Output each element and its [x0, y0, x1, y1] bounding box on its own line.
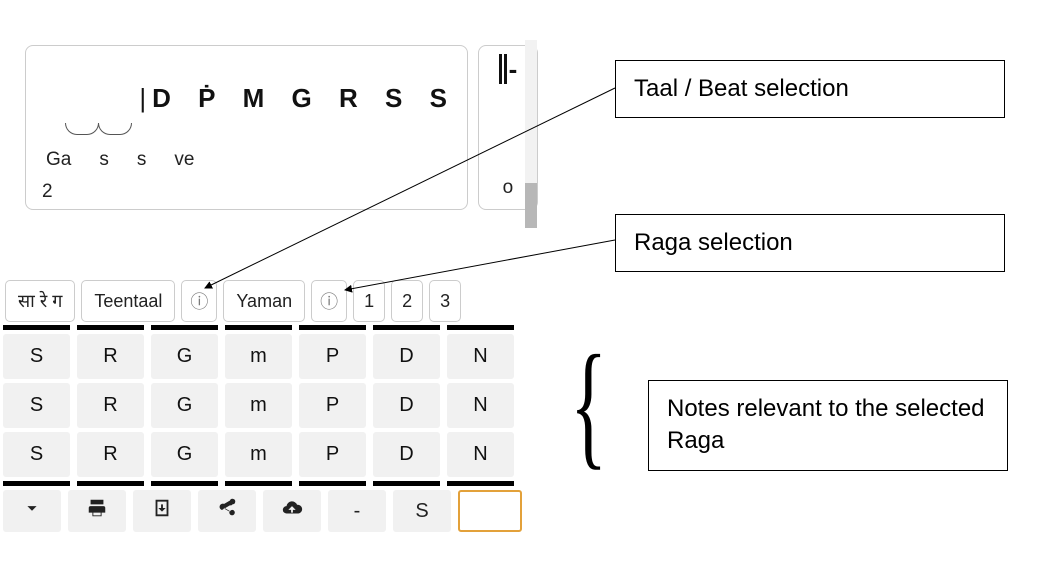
note-key[interactable]: S — [3, 334, 70, 379]
dash-button[interactable]: - — [328, 490, 386, 532]
terminator-symbol: o — [503, 177, 514, 199]
note-key[interactable]: P — [299, 383, 366, 428]
bar-line: | — [139, 83, 146, 113]
raga-select[interactable]: Yaman — [223, 280, 305, 322]
script-button[interactable]: सा रे ग — [5, 280, 75, 322]
lyric-syllable: s — [137, 149, 147, 171]
note-key[interactable]: D — [373, 383, 440, 428]
octave-1-button[interactable]: 1 — [353, 280, 385, 322]
share-icon — [216, 497, 238, 525]
import-icon — [151, 497, 173, 525]
note-key[interactable]: P — [299, 432, 366, 477]
note-key[interactable]: R — [77, 432, 144, 477]
note-row: S R G m P D N — [0, 334, 522, 379]
info-icon: ⓘ — [190, 288, 208, 314]
cloud-upload-icon — [281, 497, 303, 525]
notation-area: |D Ṗ M G R S S Ga s s ve 2 - o — [25, 45, 538, 210]
note-key[interactable]: N — [447, 383, 514, 428]
selector-row: सा रे ग Teentaal ⓘ Yaman ⓘ 1 2 3 — [5, 280, 461, 322]
callout-raga: Raga selection — [615, 214, 1005, 272]
note-key[interactable]: S — [3, 432, 70, 477]
lyric-syllable: s — [99, 149, 109, 171]
lyric-syllable: ve — [174, 149, 194, 171]
note-key[interactable]: D — [373, 334, 440, 379]
note-key[interactable]: m — [225, 334, 292, 379]
taal-info-button[interactable]: ⓘ — [181, 280, 217, 322]
note-key[interactable]: R — [77, 383, 144, 428]
note-key[interactable]: m — [225, 432, 292, 477]
note-key[interactable]: G — [151, 432, 218, 477]
note-row: S R G m P D N — [0, 432, 522, 477]
notation-box: |D Ṗ M G R S S Ga s s ve 2 — [25, 45, 468, 210]
note-row: S R G m P D N — [0, 383, 522, 428]
brace-icon: { — [570, 340, 607, 470]
octave-3-button[interactable]: 3 — [429, 280, 461, 322]
taal-select[interactable]: Teentaal — [81, 280, 175, 322]
callout-notes: Notes relevant to the selected Raga — [648, 380, 1008, 471]
footer-toolbar: - S — [0, 490, 522, 532]
octave-2-button[interactable]: 2 — [391, 280, 423, 322]
scrollbar-track[interactable] — [525, 40, 537, 228]
double-bar-icon: - — [499, 52, 518, 85]
grid-bottom-bars — [0, 481, 522, 486]
callout-taal: Taal / Beat selection — [615, 60, 1005, 118]
beat-number: 2 — [36, 181, 457, 203]
note-key[interactable]: G — [151, 383, 218, 428]
print-button[interactable] — [68, 490, 126, 532]
note-key[interactable]: P — [299, 334, 366, 379]
expand-button[interactable] — [3, 490, 61, 532]
print-icon — [86, 497, 108, 525]
note-key[interactable]: m — [225, 383, 292, 428]
note-key[interactable]: N — [447, 432, 514, 477]
lyric-syllable: Ga — [46, 149, 71, 171]
scrollbar-thumb[interactable] — [525, 183, 537, 228]
highlight-box[interactable] — [458, 490, 522, 532]
note-key[interactable]: D — [373, 432, 440, 477]
note-ring-group — [65, 123, 131, 135]
note-grid: S R G m P D N S R G m P D N S R G m P D … — [0, 325, 522, 486]
note-key[interactable]: S — [3, 383, 70, 428]
import-button[interactable] — [133, 490, 191, 532]
cloud-upload-button[interactable] — [263, 490, 321, 532]
raga-info-button[interactable]: ⓘ — [311, 280, 347, 322]
notes-text: D Ṗ M G R S S — [152, 83, 457, 113]
note-key[interactable]: R — [77, 334, 144, 379]
note-key[interactable]: G — [151, 334, 218, 379]
s-button[interactable]: S — [393, 490, 451, 532]
lyrics-line: Ga s s ve — [36, 149, 457, 171]
chevron-down-icon — [21, 497, 43, 525]
grid-top-bars — [0, 325, 522, 330]
share-button[interactable] — [198, 490, 256, 532]
note-key[interactable]: N — [447, 334, 514, 379]
info-icon: ⓘ — [320, 288, 338, 314]
